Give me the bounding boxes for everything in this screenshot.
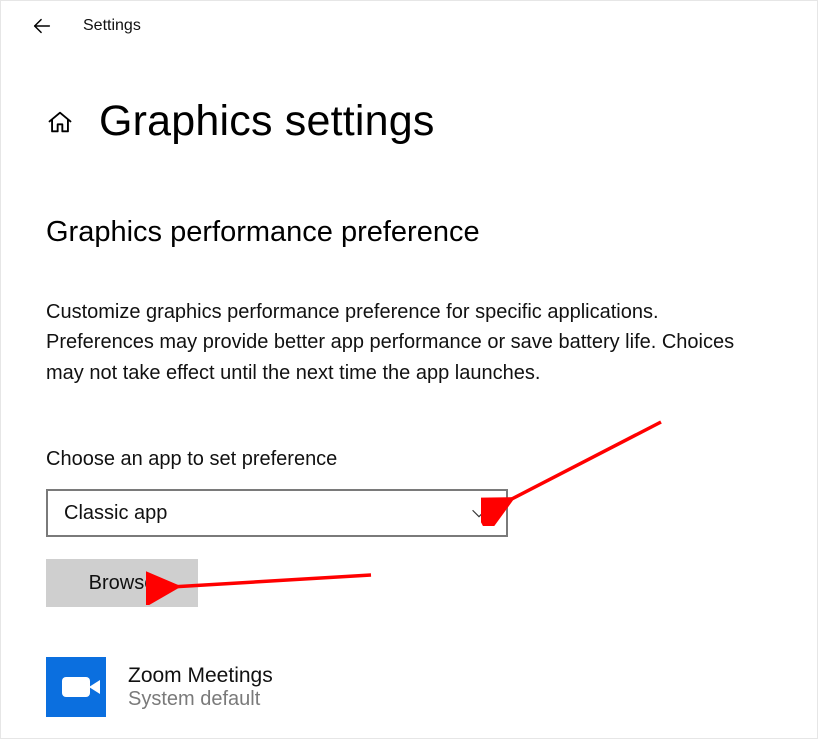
home-icon[interactable]	[46, 108, 74, 136]
zoom-app-icon	[46, 657, 106, 717]
main-content: Graphics settings Graphics performance p…	[1, 47, 817, 717]
app-subtitle: System default	[128, 688, 273, 711]
section-heading: Graphics performance preference	[46, 216, 777, 249]
app-name: Zoom Meetings	[128, 664, 273, 688]
choose-app-label: Choose an app to set preference	[46, 448, 777, 471]
app-text: Zoom Meetings System default	[128, 664, 273, 711]
arrow-left-icon	[31, 15, 53, 37]
topbar-title: Settings	[83, 17, 141, 35]
browse-button[interactable]: Browse	[46, 559, 198, 607]
section-description: Customize graphics performance preferenc…	[46, 297, 766, 388]
app-type-dropdown[interactable]: Classic app	[46, 489, 508, 537]
title-row: Graphics settings	[46, 97, 777, 146]
dropdown-selected-value: Classic app	[64, 502, 167, 525]
topbar: Settings	[1, 1, 817, 47]
page-title: Graphics settings	[99, 97, 435, 146]
chevron-down-icon	[468, 502, 490, 524]
back-button[interactable]	[31, 15, 53, 37]
app-list-item[interactable]: Zoom Meetings System default	[46, 657, 777, 717]
camera-icon	[62, 677, 90, 697]
